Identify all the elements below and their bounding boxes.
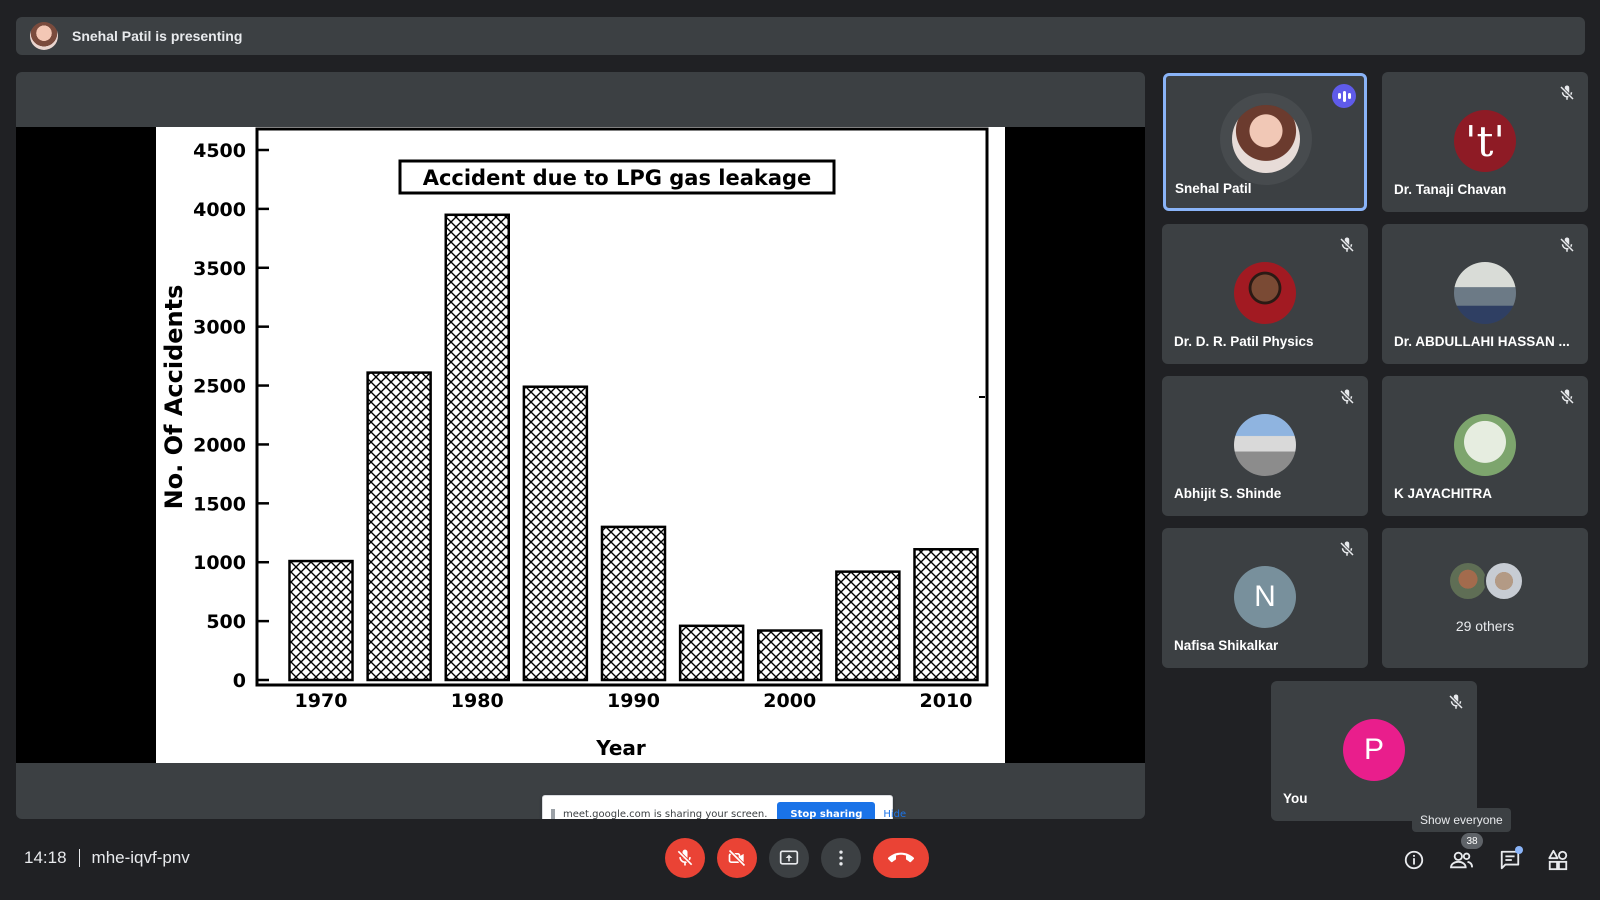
- x-tick-label: 1990: [607, 690, 660, 712]
- meeting-details-button[interactable]: [1402, 848, 1426, 872]
- share-notice-text: meet.google.com is sharing your screen.: [563, 808, 768, 820]
- presentation-stage: Accident due to LPG gas leakage No. Of A…: [16, 72, 1145, 819]
- participant-name: You: [1283, 791, 1308, 806]
- chart-bar: [835, 570, 901, 682]
- activities-icon: [1548, 849, 1568, 871]
- avatar: [1232, 105, 1300, 173]
- avatar: [1454, 262, 1516, 324]
- chart-bar: [757, 629, 823, 682]
- y-tick-label: 1500: [193, 493, 246, 515]
- x-tick-label: 1970: [295, 690, 348, 712]
- y-tick-label: 4000: [193, 199, 246, 221]
- y-tick-label: 1000: [193, 552, 246, 574]
- others-count-label: 29 others: [1455, 618, 1515, 634]
- y-tick-label: 3000: [193, 317, 246, 339]
- x-tick-label: 2000: [763, 690, 816, 712]
- hang-up-icon: [888, 852, 914, 863]
- y-tick-label: 2500: [193, 376, 246, 398]
- chart-bar: [444, 213, 510, 682]
- y-tick-label: 0: [233, 670, 246, 692]
- avatar: N: [1234, 566, 1296, 628]
- avatar: [1454, 414, 1516, 476]
- presenter-avatar: [30, 22, 58, 50]
- avatar: [1484, 561, 1524, 601]
- avatar: [1448, 561, 1488, 601]
- x-tick-label: 2010: [920, 690, 973, 712]
- avatar: [1234, 262, 1296, 324]
- avatar: 't': [1454, 110, 1516, 172]
- camera-toggle-button[interactable]: [717, 838, 757, 878]
- participant-tile-nafisa-shikalkar[interactable]: N Nafisa Shikalkar: [1162, 528, 1368, 668]
- participant-tile-dr-patil[interactable]: Dr. D. R. Patil Physics: [1162, 224, 1368, 364]
- mic-off-icon: [677, 849, 693, 866]
- screen-share-notice: meet.google.com is sharing your screen. …: [542, 795, 906, 820]
- divider: [78, 849, 80, 867]
- info-icon: [1404, 850, 1424, 870]
- mic-off-icon: [1559, 389, 1575, 405]
- chart-bar: [600, 525, 667, 682]
- y-tick-label: 500: [206, 611, 246, 633]
- show-everyone-button[interactable]: [1450, 848, 1474, 872]
- unread-chat-indicator: [1515, 846, 1523, 854]
- participant-name: Nafisa Shikalkar: [1174, 638, 1279, 653]
- y-tick-label: 4500: [193, 140, 246, 162]
- mic-off-icon: [1559, 237, 1575, 253]
- mic-off-icon: [1448, 694, 1464, 710]
- mic-toggle-button[interactable]: [665, 838, 705, 878]
- chart-bar: [678, 624, 745, 682]
- avatar: [1234, 414, 1296, 476]
- presenter-banner-text: Snehal Patil is presenting: [72, 28, 243, 44]
- chart-bar: [366, 371, 432, 682]
- presenter-banner: Snehal Patil is presenting: [16, 17, 1585, 55]
- participant-name: Dr. Tanaji Chavan: [1394, 182, 1507, 197]
- people-icon: [1450, 851, 1473, 869]
- present-now-button[interactable]: [769, 838, 809, 878]
- participant-tile-others[interactable]: 29 others: [1382, 528, 1588, 668]
- participant-tile-abhijit-shinde[interactable]: Abhijit S. Shinde: [1162, 376, 1368, 516]
- drag-handle-icon[interactable]: [551, 809, 555, 819]
- x-axis-label: Year: [595, 736, 646, 760]
- participant-tile-abdullahi-hassan[interactable]: Dr. ABDULLAHI HASSAN ...: [1382, 224, 1588, 364]
- y-tick-label: 2000: [193, 434, 246, 456]
- y-tick-label: 3500: [193, 258, 246, 280]
- show-everyone-tooltip: Show everyone: [1412, 808, 1511, 832]
- chart-title: Accident due to LPG gas leakage: [423, 166, 812, 190]
- participant-tile-you[interactable]: P You: [1271, 681, 1477, 821]
- mic-off-icon: [1339, 237, 1355, 253]
- x-tick-label: 1980: [451, 690, 504, 712]
- bar-chart: Accident due to LPG gas leakage No. Of A…: [160, 127, 989, 760]
- shared-screen: Accident due to LPG gas leakage No. Of A…: [16, 127, 1145, 819]
- mic-off-icon: [1339, 541, 1355, 557]
- avatar: P: [1343, 719, 1405, 781]
- chart-bar: [522, 385, 589, 682]
- participant-tile-k-jayachitra[interactable]: K JAYACHITRA: [1382, 376, 1588, 516]
- participant-count-badge: 38: [1461, 833, 1483, 849]
- participant-tile-snehal-patil[interactable]: Snehal Patil: [1163, 73, 1367, 211]
- participant-tile-tanaji-chavan[interactable]: 't' Dr. Tanaji Chavan: [1382, 72, 1588, 212]
- participant-name: Dr. D. R. Patil Physics: [1174, 334, 1314, 349]
- stop-sharing-button[interactable]: Stop sharing: [777, 801, 876, 819]
- chart-bar: [288, 559, 354, 682]
- leave-call-button[interactable]: [873, 838, 929, 878]
- participant-name: Abhijit S. Shinde: [1174, 486, 1282, 501]
- activities-button[interactable]: [1546, 848, 1570, 872]
- clock-time: 14:18: [24, 848, 67, 867]
- participant-name: Snehal Patil: [1175, 181, 1252, 196]
- more-options-icon: [839, 850, 843, 866]
- mic-off-icon: [1559, 85, 1575, 101]
- camera-off-icon: [728, 849, 746, 867]
- speaking-indicator-icon: [1332, 84, 1356, 108]
- more-options-button[interactable]: [821, 838, 861, 878]
- mic-off-icon: [1339, 389, 1355, 405]
- meeting-code: mhe-iqvf-pnv: [91, 848, 190, 867]
- present-screen-icon: [779, 850, 799, 865]
- participant-name: Dr. ABDULLAHI HASSAN ...: [1394, 334, 1570, 349]
- slide: Accident due to LPG gas leakage No. Of A…: [156, 127, 1005, 819]
- meeting-details: 14:18 mhe-iqvf-pnv: [24, 848, 190, 868]
- chart-bar: [913, 548, 979, 682]
- y-axis-label: No. Of Accidents: [160, 285, 188, 510]
- hide-notice-button[interactable]: Hide: [883, 809, 906, 820]
- others-avatar-stack: [1448, 561, 1528, 601]
- participant-name: K JAYACHITRA: [1394, 486, 1493, 501]
